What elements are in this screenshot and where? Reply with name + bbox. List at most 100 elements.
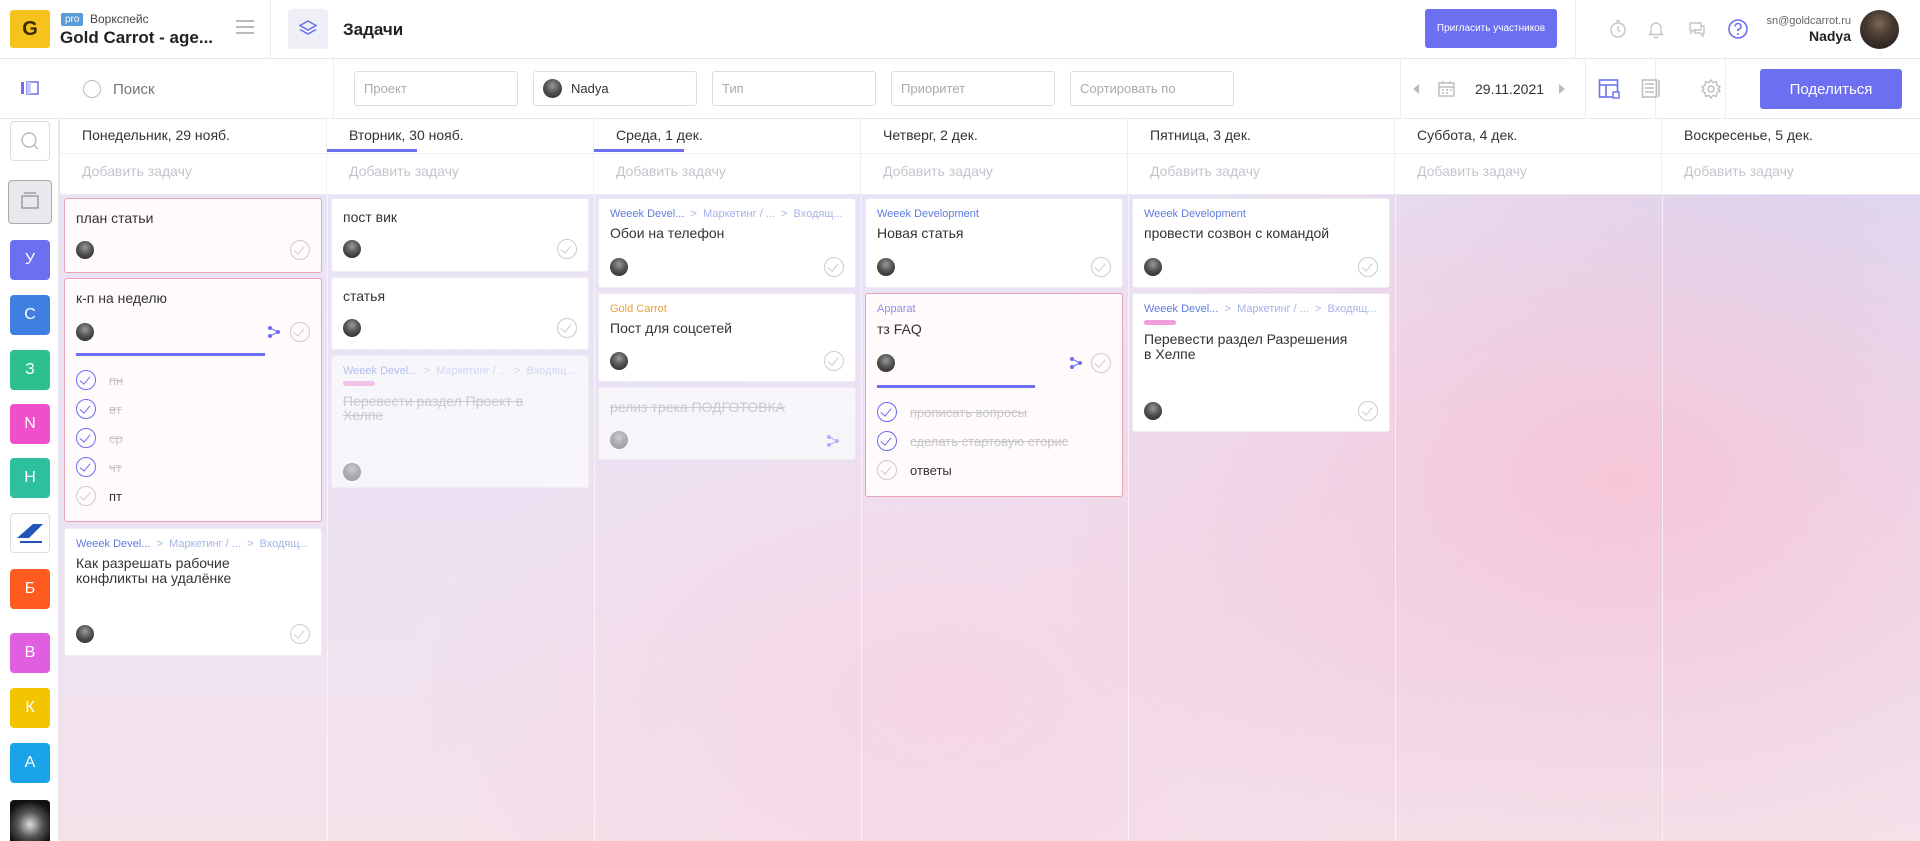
layers-icon[interactable]	[288, 9, 328, 49]
task-card[interactable]: план статьи	[64, 198, 322, 273]
menu-icon[interactable]	[236, 20, 254, 34]
subtask-item[interactable]: сделать стартовую сторис	[877, 431, 1068, 451]
complete-check-icon[interactable]	[824, 351, 844, 371]
subtask-item[interactable]: пт	[76, 486, 122, 506]
top-bar: G pro Воркспейс Gold Carrot - age... Зад…	[0, 0, 1920, 59]
sidebar-project[interactable]: Б	[10, 569, 50, 609]
divider	[1575, 0, 1576, 59]
complete-check-icon[interactable]	[290, 624, 310, 644]
board-view-icon[interactable]	[1598, 78, 1620, 105]
task-project-path[interactable]: Weeek Devel... > Маркетинг / ... > Входя…	[76, 538, 309, 550]
sidebar-project-logo[interactable]	[10, 513, 50, 553]
sidebar-project[interactable]: В	[10, 633, 50, 673]
sidebar-project[interactable]: З	[10, 350, 50, 390]
task-project-path[interactable]: Weeek Devel... > Маркетинг / ... > Входя…	[1144, 303, 1377, 315]
sidebar-search-icon[interactable]	[10, 121, 50, 161]
sidebar-project[interactable]: А	[10, 743, 50, 783]
timer-icon[interactable]	[1606, 17, 1630, 41]
subtask-item[interactable]: пн	[76, 370, 123, 390]
subtask-item[interactable]: вт	[76, 399, 122, 419]
task-card[interactable]: Weeek Devel... > Маркетинг / ... > Входя…	[1132, 293, 1390, 432]
subtask-check-icon[interactable]	[76, 370, 96, 390]
task-card[interactable]: Weeek Devel... > Маркетинг / ... > Входя…	[64, 528, 322, 656]
task-project-path[interactable]: Weeek Development	[1144, 208, 1246, 220]
prev-week-icon[interactable]	[1413, 84, 1419, 94]
task-card[interactable]: релиз трека ПОДГОТОВКА	[598, 387, 856, 460]
subtasks-icon[interactable]	[826, 434, 840, 448]
task-card[interactable]: статья	[331, 277, 589, 350]
share-button[interactable]: Поделиться	[1760, 69, 1902, 109]
calendar-icon[interactable]	[1437, 79, 1456, 103]
complete-check-icon[interactable]	[557, 318, 577, 338]
invite-members-button[interactable]: Пригласить участников	[1425, 9, 1557, 48]
workspace-logo[interactable]: G	[10, 10, 50, 48]
user-name[interactable]: Nadya	[1735, 28, 1851, 44]
task-project-path[interactable]: Apparat	[877, 303, 916, 315]
task-project-path[interactable]: Gold Carrot	[610, 303, 667, 315]
subtasks-icon[interactable]	[267, 325, 281, 339]
subtask-check-icon[interactable]	[877, 402, 897, 422]
bell-icon[interactable]	[1644, 17, 1668, 41]
day-name: Среда, 1 дек.	[616, 127, 703, 143]
complete-check-icon[interactable]	[290, 322, 310, 342]
assignee-avatar	[76, 241, 94, 259]
sort-filter[interactable]: Сортировать по	[1070, 71, 1234, 106]
complete-check-icon[interactable]	[1091, 353, 1111, 373]
add-task-input[interactable]: Добавить задачу	[616, 163, 726, 179]
list-view-icon[interactable]	[1641, 78, 1663, 105]
add-task-input[interactable]: Добавить задачу	[883, 163, 993, 179]
subtask-item[interactable]: ответы	[877, 460, 952, 480]
complete-check-icon[interactable]	[557, 239, 577, 259]
project-filter[interactable]: Проект	[354, 71, 518, 106]
sidebar-project[interactable]: У	[10, 240, 50, 280]
priority-filter[interactable]: Приоритет	[891, 71, 1055, 106]
task-project-path[interactable]: Weeek Development	[877, 208, 979, 220]
current-date[interactable]: 29.11.2021	[1475, 81, 1544, 97]
sidebar-toggle-icon[interactable]	[20, 80, 40, 96]
task-card[interactable]: Gold Carrot Пост для соцсетей	[598, 293, 856, 382]
complete-check-icon[interactable]	[1358, 401, 1378, 421]
task-card[interactable]: Weeek Development Новая статья	[865, 198, 1123, 288]
sidebar-project-image[interactable]	[10, 800, 50, 841]
task-card[interactable]: Apparat тз FAQ прописать вопросы сделать…	[865, 293, 1123, 497]
add-task-input[interactable]: Добавить задачу	[1417, 163, 1527, 179]
add-task-input[interactable]: Добавить задачу	[82, 163, 192, 179]
subtask-check-icon[interactable]	[877, 460, 897, 480]
sidebar-project[interactable]: N	[10, 404, 50, 444]
subtask-item[interactable]: чт	[76, 457, 122, 477]
subtask-check-icon[interactable]	[76, 457, 96, 477]
subtask-item[interactable]: прописать вопросы	[877, 402, 1027, 422]
task-project-path[interactable]: Weeek Devel... > Маркетинг / ... > Входя…	[610, 208, 843, 220]
user-filter[interactable]: Nadya	[533, 71, 697, 106]
next-week-icon[interactable]	[1559, 84, 1565, 94]
subtask-check-icon[interactable]	[76, 486, 96, 506]
complete-check-icon[interactable]	[1091, 257, 1111, 277]
complete-check-icon[interactable]	[290, 240, 310, 260]
task-card[interactable]: к-п на неделю пн вт ср чт пт	[64, 278, 322, 522]
task-project-path[interactable]: Weeek Devel... > Маркетинг / ... > Входя…	[343, 365, 576, 377]
settings-icon[interactable]	[1700, 78, 1722, 105]
add-task-input[interactable]: Добавить задачу	[1150, 163, 1260, 179]
user-avatar[interactable]	[1860, 10, 1899, 49]
subtask-item[interactable]: ср	[76, 428, 123, 448]
subtask-check-icon[interactable]	[877, 431, 897, 451]
sidebar-project[interactable]: С	[10, 295, 50, 335]
complete-check-icon[interactable]	[824, 257, 844, 277]
add-task-input[interactable]: Добавить задачу	[1684, 163, 1794, 179]
sidebar-project[interactable]: Н	[10, 458, 50, 498]
subtask-check-icon[interactable]	[76, 399, 96, 419]
sidebar-project[interactable]: К	[10, 688, 50, 728]
add-task-input[interactable]: Добавить задачу	[349, 163, 459, 179]
chat-icon[interactable]	[1685, 17, 1709, 41]
type-filter[interactable]: Тип	[712, 71, 876, 106]
subtask-check-icon[interactable]	[76, 428, 96, 448]
complete-check-icon[interactable]	[1358, 257, 1378, 277]
task-card[interactable]: пост вик	[331, 198, 589, 272]
subtasks-icon[interactable]	[1069, 356, 1083, 370]
sidebar-item-all[interactable]	[8, 180, 52, 224]
task-card[interactable]: Weeek Development провести созвон с кома…	[1132, 198, 1390, 288]
workspace-name[interactable]: Gold Carrot - age...	[60, 28, 213, 48]
task-card[interactable]: Weeek Devel... > Маркетинг / ... > Входя…	[331, 355, 589, 488]
task-card[interactable]: Weeek Devel... > Маркетинг / ... > Входя…	[598, 198, 856, 288]
search-input[interactable]	[113, 76, 313, 102]
